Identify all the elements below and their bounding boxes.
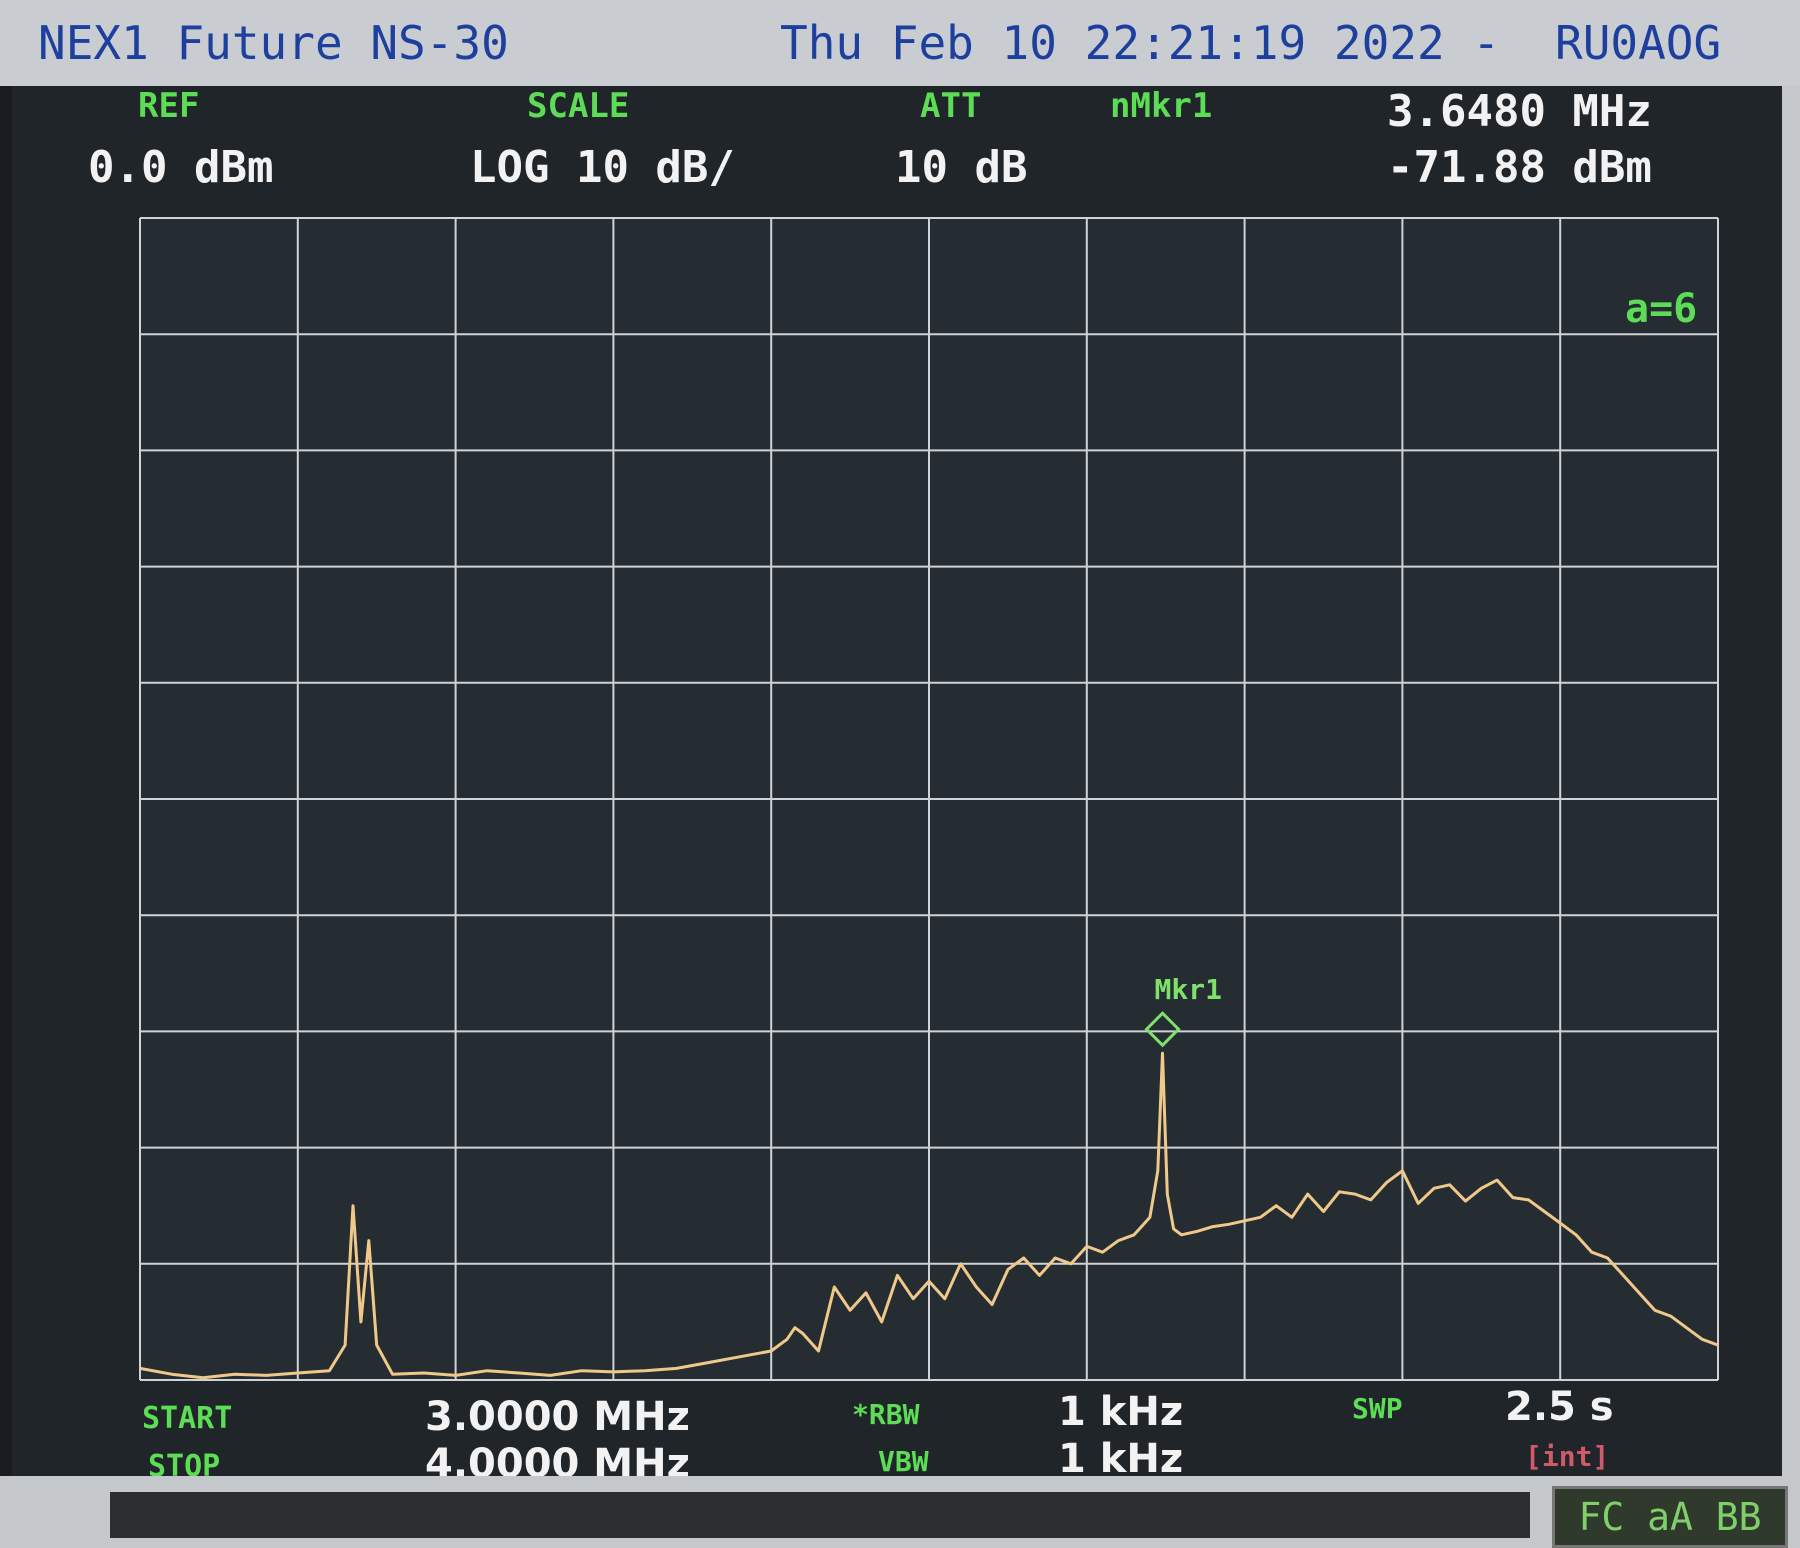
swp-mode: [int] <box>1525 1440 1609 1473</box>
start-value: 3.0000 MHz <box>425 1394 690 1440</box>
bottom-bar: FC aA BB <box>0 1476 1800 1548</box>
message-area <box>110 1492 1530 1538</box>
bezel-right <box>1782 86 1800 1476</box>
swp-label: SWP <box>1352 1392 1403 1425</box>
rbw-label: *RBW <box>852 1398 920 1431</box>
start-label: START <box>142 1401 232 1436</box>
vbw-label: VBW <box>878 1445 929 1478</box>
trace-info: a=6 <box>1625 286 1697 332</box>
status-indicator: FC aA BB <box>1552 1486 1788 1548</box>
rbw-value: 1 kHz <box>1058 1389 1183 1435</box>
spectrum-plot: Mkr1 a=6 START 3.0000 MHz STOP 4.0000 MH… <box>139 217 1719 1487</box>
swp-value: 2.5 s <box>1505 1384 1614 1430</box>
marker-label: Mkr1 <box>1155 973 1222 1006</box>
